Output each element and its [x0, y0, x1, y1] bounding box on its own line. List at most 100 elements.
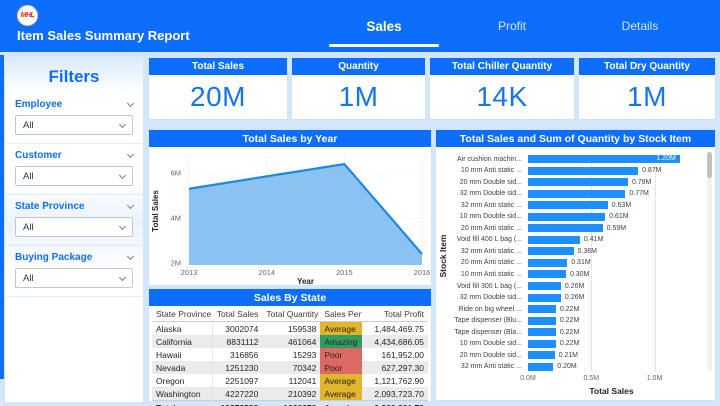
category-label: 32 mm Double sid...	[440, 294, 522, 301]
kpi-dry-quantity[interactable]: Total Dry Quantity 1M	[578, 57, 716, 120]
bar[interactable]	[528, 363, 553, 371]
bar-chart-x-axis: 0.0M0.5M1.0M	[528, 375, 695, 385]
bar[interactable]	[528, 178, 628, 186]
bar[interactable]	[528, 305, 556, 313]
chevron-down-icon	[119, 222, 126, 229]
bar[interactable]	[528, 167, 638, 175]
bar[interactable]: 1.20M	[528, 155, 680, 163]
bar[interactable]	[528, 270, 566, 278]
bar[interactable]	[528, 190, 625, 198]
kpi-chiller-quantity-label: Total Chiller Quantity	[430, 58, 574, 75]
bar-chart-scrollbar[interactable]	[707, 152, 712, 372]
bar-row: 32 mm Double sid...0.77M	[528, 190, 695, 198]
table-total-row: Total198795891028670Amazing9,923,891.70	[152, 401, 428, 406]
table-cell: 4,434,686.05	[362, 335, 428, 348]
filter-employee: Employee All	[5, 93, 143, 144]
bar[interactable]	[528, 351, 555, 359]
table-row[interactable]: California8831112461064Amazing4,434,686.…	[152, 335, 428, 348]
total-sales-by-year-chart: Total Sales by Year 2M4M6M20132014201520…	[148, 129, 432, 286]
bar[interactable]	[528, 236, 580, 244]
table-cell: 112041	[262, 374, 320, 387]
total-cell: 9,923,891.70	[362, 401, 428, 406]
bar-row: 20 mm Anti static ...0.31M	[528, 259, 695, 267]
column-header-total-quantity[interactable]: Total Quantity	[262, 307, 320, 322]
filter-customer-header[interactable]: Customer	[15, 150, 133, 161]
category-label: 10 mm Double sid...	[440, 213, 522, 220]
left-accent-stripe	[0, 55, 4, 379]
table-cell: Nevada	[152, 361, 213, 374]
bar[interactable]	[528, 328, 556, 336]
tab-details[interactable]: Details	[576, 0, 704, 52]
active-tab-underline	[329, 44, 439, 47]
chevron-down-icon	[119, 273, 126, 280]
total-cell: 1028670	[262, 401, 320, 406]
category-label: 20 mm Double sid...	[440, 179, 522, 186]
bar[interactable]	[528, 247, 574, 255]
filter-employee-dropdown[interactable]: All	[15, 115, 133, 135]
filter-buying-package-dropdown[interactable]: All	[15, 268, 133, 288]
table-row[interactable]: Alaska3002074159538Average1,484,469.75	[152, 322, 428, 336]
table-row[interactable]: Nevada125123070342Poor627,297.30	[152, 361, 428, 374]
table-row[interactable]: Oregon2251097112041Average1,121,762.90	[152, 374, 428, 387]
filter-state-province-dropdown[interactable]: All	[15, 217, 133, 237]
x-axis-title: Year	[297, 277, 314, 285]
kpi-total-sales[interactable]: Total Sales 20M	[148, 57, 288, 120]
kpi-chiller-quantity[interactable]: Total Chiller Quantity 14K	[429, 57, 575, 120]
bar[interactable]	[528, 213, 605, 221]
bar[interactable]	[528, 259, 567, 267]
category-label: Tape dispenser (Bla...	[440, 329, 522, 336]
bar-value: 0.20M	[557, 363, 576, 370]
sales-perf-cell: Average	[320, 387, 361, 401]
bar-value: 0.21M	[559, 352, 578, 359]
bar-row: 32 mm Double sid...0.26M	[528, 294, 695, 302]
filter-buying-package: Buying Package All	[5, 246, 143, 297]
bar[interactable]	[528, 282, 561, 290]
filter-customer-value: All	[23, 171, 34, 182]
filters-sidebar: Filters Employee All Customer All	[5, 57, 143, 402]
bar[interactable]	[528, 317, 556, 325]
category-label: 32 mm Double sid...	[440, 190, 522, 197]
bar-row: Void fill 300 L bag (...0.26M	[528, 282, 695, 290]
bar-rows: Air cushion machin...1.20M10 mm Anti sta…	[528, 155, 695, 371]
x-tick-label: 2016	[414, 268, 431, 277]
filter-state-province-header[interactable]: State Province	[15, 201, 133, 212]
filter-customer-dropdown[interactable]: All	[15, 166, 133, 186]
table-cell: 3002074	[213, 322, 263, 336]
bar-value: 0.87M	[642, 167, 661, 174]
bar[interactable]	[528, 224, 603, 232]
bar-value: 0.30M	[570, 271, 589, 278]
kpi-quantity[interactable]: Quantity 1M	[291, 57, 426, 120]
column-header-sales-perf[interactable]: Sales Perf.	[320, 307, 361, 322]
tab-sales[interactable]: Sales	[320, 0, 448, 52]
table-cell: 4227220	[213, 387, 263, 401]
bar[interactable]	[528, 294, 561, 302]
sales-by-stock-item-chart: Total Sales and Sum of Quantity by Stock…	[435, 129, 716, 401]
chevron-down-icon	[127, 253, 134, 260]
bar[interactable]	[528, 201, 608, 209]
column-header-total-sales[interactable]: Total Sales	[213, 307, 263, 322]
table-cell: 1251230	[213, 361, 263, 374]
tab-profit[interactable]: Profit	[448, 0, 576, 52]
category-label: Void fill 400 L bag (...	[440, 236, 522, 243]
table-row[interactable]: Washington4227220210392Average2,093,723.…	[152, 387, 428, 401]
table-cell: California	[152, 335, 213, 348]
line-chart-plot[interactable]: 2M4M6M2013201420152016YearTotal Sales	[149, 147, 431, 285]
filter-state-province-value: All	[23, 222, 34, 233]
column-header-state-province[interactable]: State Province	[152, 307, 213, 322]
table-cell: 159538	[262, 322, 320, 336]
table-row[interactable]: Hawaii31685615293Poor161,952.00	[152, 348, 428, 361]
filter-employee-header[interactable]: Employee	[15, 99, 133, 110]
bar-chart-scrollbar-thumb[interactable]	[707, 152, 712, 178]
table-cell: 70342	[262, 361, 320, 374]
sales-by-state-table: State ProvinceTotal SalesTotal QuantityS…	[152, 307, 428, 406]
bar-row: 10 mm Double sid...0.22M	[528, 340, 695, 348]
category-label: Tape dispenser (Blu...	[440, 317, 522, 324]
bar-row: Tape dispenser (Blu...0.22M	[528, 317, 695, 325]
bar[interactable]	[528, 340, 556, 348]
filter-state-province-label: State Province	[15, 201, 84, 212]
app-header: MHL Item Sales Summary Report Sales Prof…	[0, 0, 720, 52]
total-cell: Amazing	[320, 401, 361, 406]
column-header-total-profit[interactable]: Total Profit	[362, 307, 428, 322]
filter-employee-label: Employee	[15, 99, 62, 110]
filter-buying-package-header[interactable]: Buying Package	[15, 252, 133, 263]
